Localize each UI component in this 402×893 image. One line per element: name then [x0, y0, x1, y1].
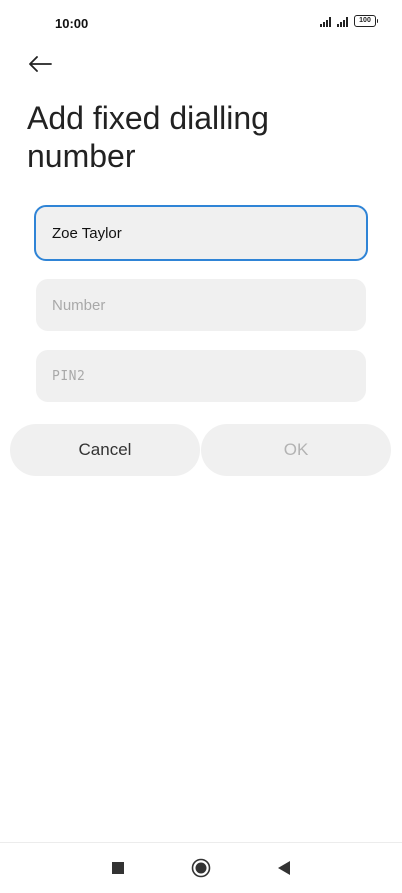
battery-icon: 100 [354, 15, 378, 27]
square-icon [112, 862, 124, 874]
name-field[interactable] [34, 205, 368, 261]
number-field[interactable] [36, 279, 366, 331]
pin2-field[interactable] [36, 350, 366, 402]
status-icons: 100 [320, 15, 378, 27]
status-bar: 10:00 100 [0, 0, 402, 44]
pin2-input[interactable] [52, 368, 350, 384]
signal-icon [320, 17, 331, 27]
home-button[interactable] [176, 843, 226, 893]
arrow-left-icon [29, 56, 52, 72]
back-button[interactable] [28, 50, 58, 78]
nav-back-button[interactable] [259, 843, 309, 893]
signal-icon-2 [337, 17, 348, 27]
triangle-left-icon [278, 861, 290, 875]
page-title: Add fixed dialling number [27, 100, 269, 174]
name-input[interactable] [52, 224, 350, 242]
cancel-button[interactable]: Cancel [10, 424, 200, 476]
number-input[interactable] [52, 296, 350, 314]
ok-button[interactable]: OK [201, 424, 391, 476]
status-time: 10:00 [55, 16, 89, 31]
circle-icon [191, 858, 211, 878]
recents-button[interactable] [93, 843, 143, 893]
navigation-bar [0, 842, 402, 893]
